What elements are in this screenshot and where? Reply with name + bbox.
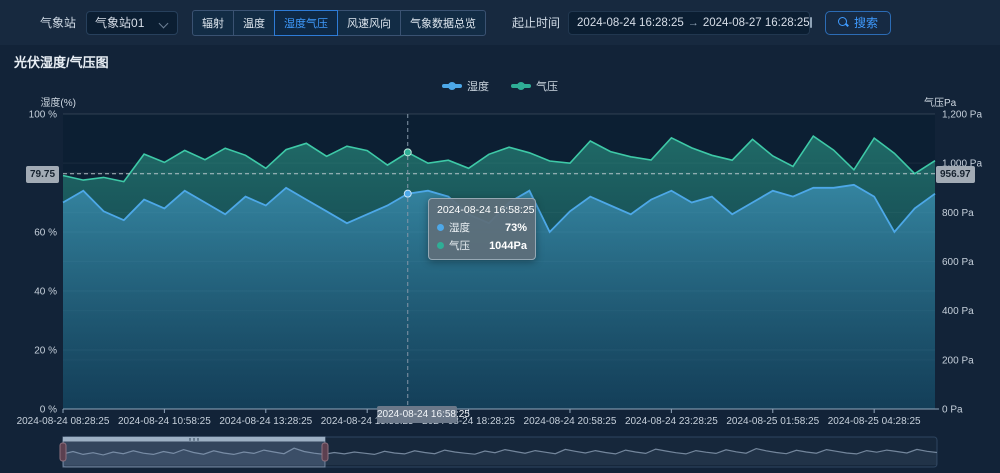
chart-title: 光伏湿度/气压图 <box>14 52 109 71</box>
right-tick-label: 800 Pa <box>942 208 974 219</box>
right-tick-label: 600 Pa <box>942 257 974 268</box>
axis-pointer-label: 2024-08-24 16:58:25 <box>377 406 457 423</box>
x-tick-label: 2024-08-25 01:58:25 <box>726 416 819 427</box>
left-tick-label: 100 % <box>29 110 57 121</box>
right-axis-name: 气压Pa <box>924 94 956 109</box>
tooltip-time: 2024-08-24 16:58:25 <box>437 204 527 216</box>
topbar: 气象站 气象站01 辐射 温度 湿度气压 风速风向 气象数据总览 起止时间 20… <box>0 0 1000 45</box>
tooltip-pressure-value: 1044Pa <box>489 240 527 252</box>
right-tick-label: 1,200 Pa <box>942 110 982 121</box>
datazoom-grip-icon <box>197 438 199 441</box>
x-tick-label: 2024-08-24 10:58:25 <box>118 416 211 427</box>
station-label: 气象站 <box>40 14 76 31</box>
right-tick-label: 0 Pa <box>942 405 963 416</box>
tooltip-humidity-value: 73% <box>505 222 527 234</box>
tooltip-humidity-label: 湿度 <box>449 220 470 235</box>
x-tick-label: 2024-08-24 20:58:25 <box>524 416 617 427</box>
chart-legend: 湿度 气压 <box>0 78 1000 94</box>
datazoom-handle-left[interactable] <box>60 443 66 461</box>
pressure-dot-icon <box>437 242 444 249</box>
left-tick-label: 20 % <box>34 346 57 357</box>
markline-right-badge: 956.97 <box>936 166 975 183</box>
tab-radiation[interactable]: 辐射 <box>192 10 234 36</box>
calendar-icon[interactable] <box>810 17 812 28</box>
station-select-value: 气象站01 <box>95 14 159 31</box>
chart-tooltip: 2024-08-24 16:58:25 湿度 73% 气压 1044Pa <box>428 198 536 260</box>
legend-item-pressure[interactable]: 气压 <box>511 78 558 94</box>
arrow-right-icon: → <box>688 17 699 29</box>
tab-wind[interactable]: 风速风向 <box>337 10 401 36</box>
right-tick-label: 400 Pa <box>942 306 974 317</box>
station-select[interactable]: 气象站01 <box>86 11 178 35</box>
chevron-down-icon <box>159 18 169 28</box>
date-range-label: 起止时间 <box>512 14 560 31</box>
legend-label-humidity: 湿度 <box>467 78 489 94</box>
tooltip-pressure-label: 气压 <box>449 238 470 253</box>
markline-left-badge: 79.75 <box>26 166 59 183</box>
humidity-legend-marker-icon <box>442 84 462 88</box>
date-range-picker[interactable]: 2024-08-24 16:28:25 → 2024-08-27 16:28:2… <box>568 11 810 35</box>
datazoom-grip-icon <box>189 438 191 441</box>
search-button[interactable]: 搜索 <box>825 11 891 35</box>
datazoom-grip-icon <box>193 438 195 441</box>
humidity-hover-dot <box>404 190 411 197</box>
pressure-legend-marker-icon <box>511 84 531 88</box>
x-tick-label: 2024-08-24 13:28:25 <box>219 416 312 427</box>
search-button-label: 搜索 <box>854 14 878 31</box>
search-icon <box>838 17 849 28</box>
left-tick-label: 40 % <box>34 287 57 298</box>
tooltip-row-pressure: 气压 1044Pa <box>437 238 527 253</box>
tab-temperature[interactable]: 温度 <box>233 10 275 36</box>
legend-label-pressure: 气压 <box>536 78 558 94</box>
metric-tabs: 辐射 温度 湿度气压 风速风向 气象数据总览 <box>192 10 486 36</box>
datazoom-handle-right[interactable] <box>322 443 328 461</box>
date-end[interactable]: 2024-08-27 16:28:25 <box>703 17 810 29</box>
x-tick-label: 2024-08-24 23:28:25 <box>625 416 718 427</box>
x-tick-label: 2024-08-24 08:28:25 <box>17 416 110 427</box>
x-tick-label: 2024-08-25 04:28:25 <box>828 416 921 427</box>
humidity-dot-icon <box>437 224 444 231</box>
tab-humidity-pressure[interactable]: 湿度气压 <box>274 10 338 36</box>
tooltip-row-humidity: 湿度 73% <box>437 220 527 235</box>
left-tick-label: 60 % <box>34 228 57 239</box>
tab-overview[interactable]: 气象数据总览 <box>400 10 486 36</box>
legend-item-humidity[interactable]: 湿度 <box>442 78 489 94</box>
left-tick-label: 0 % <box>40 405 57 416</box>
right-tick-label: 200 Pa <box>942 355 974 366</box>
pressure-hover-dot <box>404 149 411 156</box>
date-start[interactable]: 2024-08-24 16:28:25 <box>577 17 684 29</box>
left-axis-name: 湿度(%) <box>30 94 76 109</box>
